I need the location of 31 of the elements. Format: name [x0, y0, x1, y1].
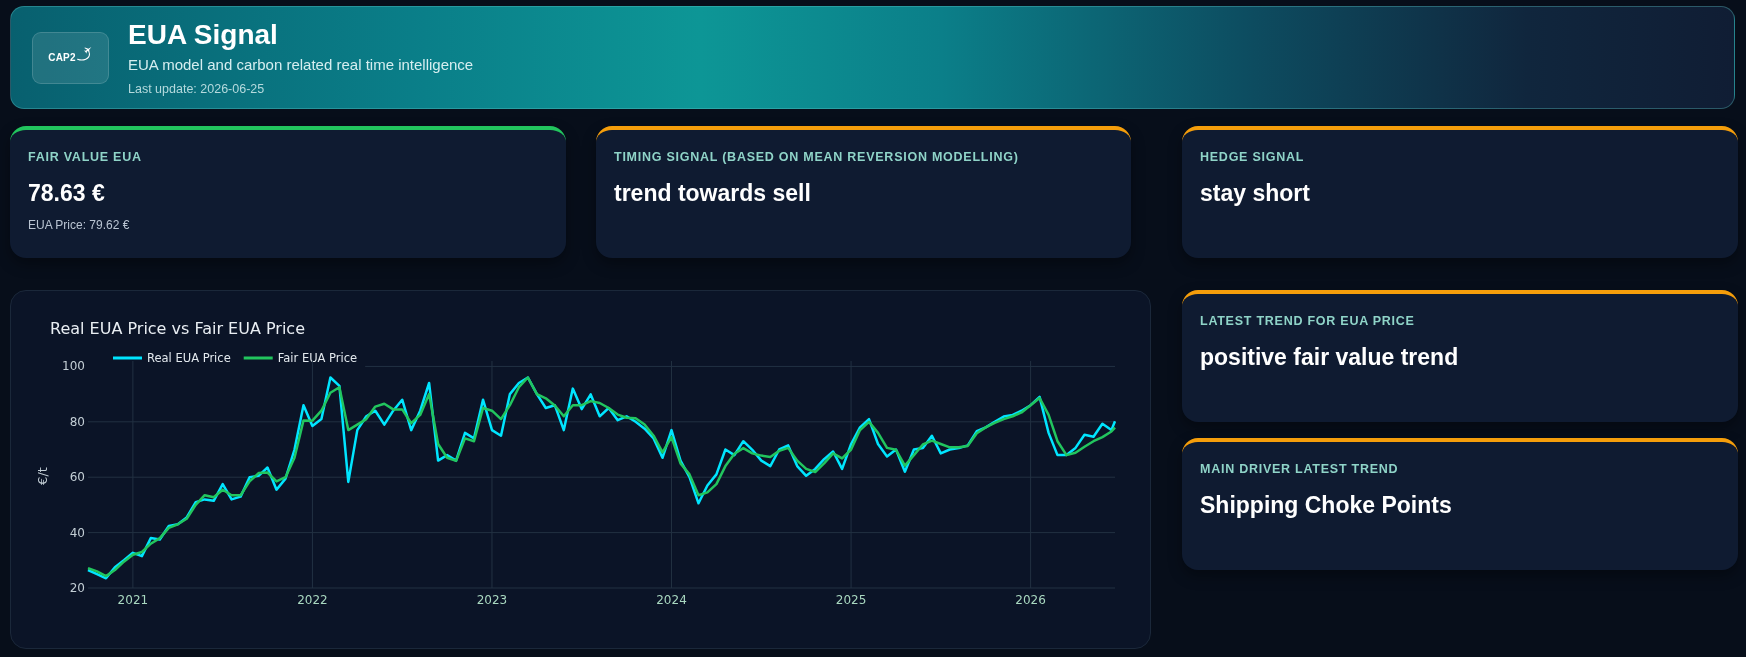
- logo-text: CAP2: [48, 51, 76, 64]
- app-title: EUA Signal: [128, 18, 279, 51]
- card-value: trend towards sell: [614, 180, 812, 207]
- x-tick-label: 2021: [117, 593, 149, 607]
- x-tick-label: 2022: [297, 593, 328, 607]
- card-value: stay short: [1200, 180, 1311, 207]
- airplane-swoosh-icon: [76, 45, 93, 61]
- x-tick-label: 2026: [1015, 593, 1046, 607]
- y-axis-title: €/t: [34, 467, 50, 485]
- legend-label: Real EUA Price: [147, 351, 231, 365]
- x-tick-label: 2023: [476, 593, 508, 607]
- y-tick-label: 60: [69, 470, 85, 485]
- card-detail: EUA Price: 79.62 €: [28, 218, 131, 233]
- card-value: positive fair value trend: [1200, 344, 1460, 371]
- y-tick-label: 40: [69, 525, 85, 540]
- chart-title: Real EUA Price vs Fair EUA Price: [50, 319, 305, 338]
- card-value: 78.63 €: [28, 180, 106, 207]
- card-value: Shipping Choke Points: [1200, 492, 1453, 519]
- card-label: TIMING SIGNAL (BASED ON MEAN REVERSION MODELLING): [614, 150, 1020, 165]
- y-tick-label: 80: [69, 414, 85, 429]
- card-label: FAIR VALUE EUA: [28, 150, 143, 165]
- last-update-text: Last update: 2026-06-25: [128, 80, 266, 97]
- card-label: LATEST TREND FOR EUA PRICE: [1200, 314, 1416, 329]
- x-tick-label: 2024: [656, 593, 687, 607]
- y-tick-label: 20: [69, 581, 85, 595]
- legend-label: Fair EUA Price: [277, 351, 358, 365]
- app-subtitle: EUA model and carbon related real time intelligence: [128, 54, 474, 75]
- card-label: HEDGE SIGNAL: [1200, 150, 1306, 165]
- x-tick-label: 2025: [835, 593, 867, 607]
- y-tick-label: 100: [62, 359, 85, 374]
- card-label: MAIN DRIVER LATEST TREND: [1200, 462, 1400, 477]
